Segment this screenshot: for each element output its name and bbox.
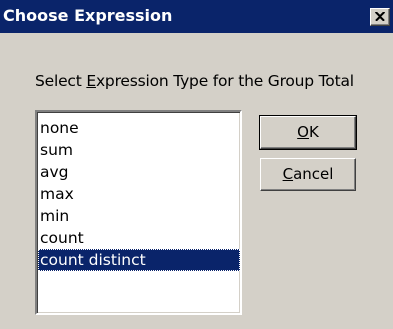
list-item[interactable]: count distinct xyxy=(38,249,240,271)
ok-button[interactable]: OK xyxy=(259,115,357,150)
window-title: Choose Expression xyxy=(3,6,173,25)
list-item[interactable]: max xyxy=(38,183,240,205)
title-bar[interactable]: Choose Expression xyxy=(0,0,393,33)
ok-mnemonic: O xyxy=(297,123,309,141)
cancel-label-rest: ancel xyxy=(293,165,334,183)
list-item[interactable]: sum xyxy=(38,139,240,161)
cancel-button[interactable]: Cancel xyxy=(260,158,356,191)
list-item[interactable]: avg xyxy=(38,161,240,183)
list-item[interactable]: none xyxy=(38,117,240,139)
cancel-mnemonic: C xyxy=(282,165,294,183)
ok-label-rest: K xyxy=(308,123,319,141)
prompt-text-after: xpression Type for the Group Total xyxy=(95,72,354,90)
close-button[interactable] xyxy=(370,8,390,26)
list-item[interactable]: count xyxy=(38,227,240,249)
expression-type-label: Select Expression Type for the Group Tot… xyxy=(35,72,354,90)
list-item[interactable]: min xyxy=(38,205,240,227)
choose-expression-dialog: Choose Expression Select Expression Type… xyxy=(0,0,393,329)
prompt-mnemonic: E xyxy=(86,72,96,90)
expression-type-list[interactable]: none sum avg max min count count distinct xyxy=(35,110,242,315)
close-icon xyxy=(375,12,385,21)
prompt-text-before: Select xyxy=(35,72,87,90)
